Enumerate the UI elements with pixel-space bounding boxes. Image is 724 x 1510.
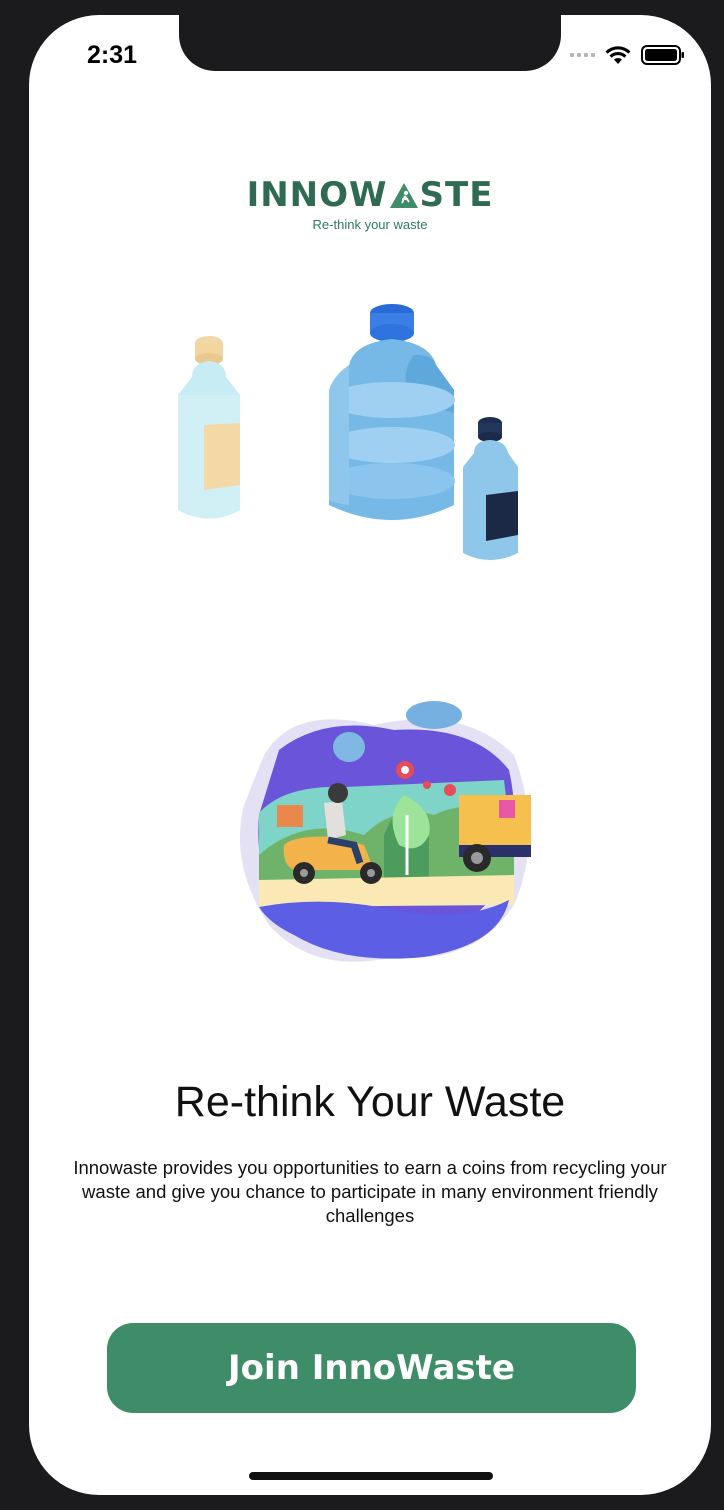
- onboarding-title: Re-think Your Waste: [174, 1078, 566, 1126]
- water-jug: [329, 304, 455, 520]
- device-notch: [179, 15, 561, 71]
- battery-icon: [641, 45, 684, 65]
- signal-icon: [570, 53, 595, 57]
- phone-screen: 2:31 INNOW STE Re-think your waste Re-th…: [29, 15, 711, 1495]
- home-indicator[interactable]: [249, 1472, 493, 1480]
- app-logo: INNOW STE Re-think your waste: [29, 175, 711, 232]
- delivery-illustration: [239, 701, 531, 962]
- logo-wordmark: INNOW STE: [29, 175, 711, 215]
- small-bottle-right: [463, 417, 518, 560]
- onboarding-description: Innowaste provides you opportunities to …: [73, 1157, 667, 1226]
- bottles-illustration: [178, 304, 518, 560]
- logo-text-right: STE: [419, 175, 494, 215]
- small-bottle-left: [178, 336, 240, 519]
- recycle-person-icon: [389, 183, 418, 208]
- status-time: 2:31: [87, 41, 138, 69]
- logo-text-left: INNOW: [246, 175, 388, 215]
- wifi-icon: [605, 46, 631, 64]
- status-icons: [570, 45, 685, 65]
- join-button[interactable]: Join InnoWaste: [107, 1323, 636, 1413]
- logo-tagline: Re-think your waste: [312, 217, 428, 232]
